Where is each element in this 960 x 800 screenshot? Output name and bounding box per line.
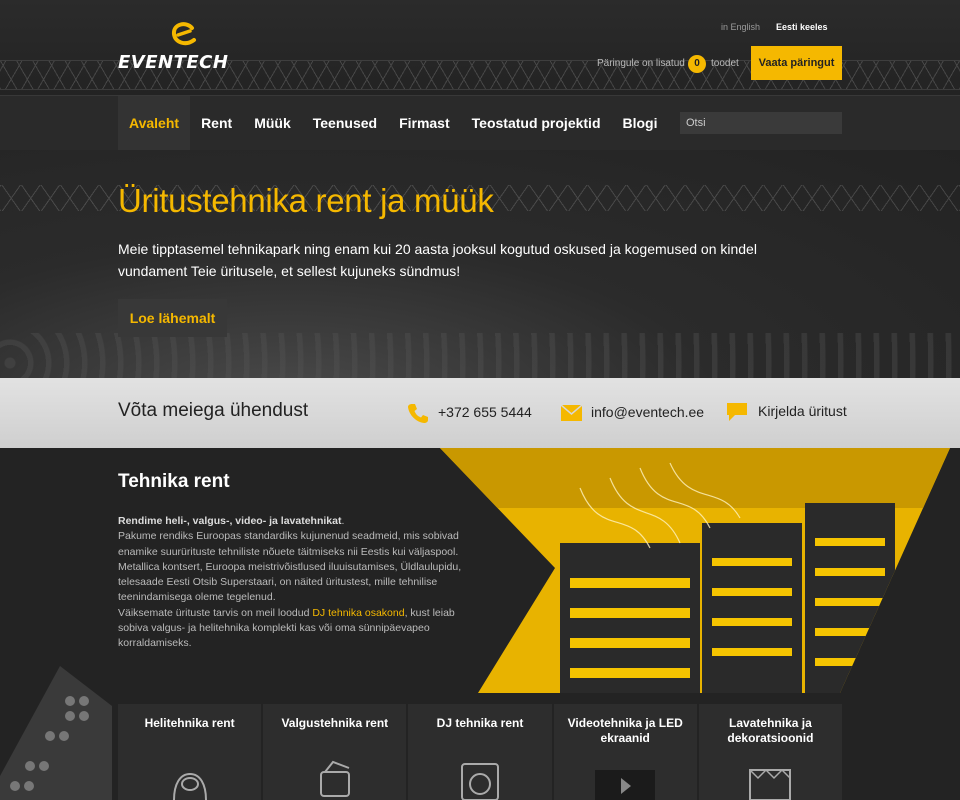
nav-item-about[interactable]: Firmast (388, 96, 461, 150)
hero-text: Meie tipptasemel tehnikapark ning enam k… (118, 241, 757, 279)
category-card-title: Helitehnika rent (144, 716, 235, 730)
page: EVENTECH in English Eesti keeles Päringu… (0, 0, 960, 800)
lang-english-link[interactable]: in English (721, 22, 760, 32)
read-more-button[interactable]: Loe lähemalt (118, 299, 227, 337)
category-card-title: Valgustehnika rent (281, 716, 389, 730)
rent-paragraph-2-start: Väiksemate ürituste tarvis on meil loodu… (118, 606, 313, 619)
chat-bubble-icon (727, 403, 747, 421)
dj-department-link[interactable]: DJ tehnika osakond (312, 607, 404, 619)
turntable-icon (461, 763, 499, 800)
rent-section: Tehnika rent Rendime heli-, valgus-, vid… (0, 448, 960, 800)
view-inquiry-button[interactable]: Vaata päringut (751, 46, 842, 80)
contact-title: Võta meiega ühendust (118, 400, 309, 421)
contact-phone-link[interactable]: +372 655 5444 (438, 404, 532, 420)
nav-item-projects[interactable]: Teostatud projektid (461, 96, 612, 150)
category-card-dj[interactable]: DJ tehnika rent (408, 704, 552, 800)
rent-description: Rendime heli-, valgus-, video- ja lavate… (118, 514, 468, 652)
category-card-stage[interactable]: Lavatehnika ja dekoratsioonid (698, 704, 843, 800)
nav-item-rent[interactable]: Rent (190, 96, 243, 150)
main-nav: Avaleht Rent Müük Teenused Firmast Teost… (0, 95, 960, 150)
nav-item-services[interactable]: Teenused (302, 96, 388, 150)
hero-crowd-decoration (0, 333, 960, 378)
category-card-title: Videotehnika ja LED ekraanid (567, 716, 683, 745)
category-card-title: Lavatehnika ja dekoratsioonid (727, 716, 814, 745)
inquiry-suffix: toodet (711, 58, 739, 69)
stage-truss-icon (749, 768, 792, 800)
inquiry-count-badge: 0 (688, 55, 706, 73)
search-input[interactable] (680, 112, 842, 134)
category-card-light[interactable]: Valgustehnika rent (263, 704, 407, 800)
mail-icon (561, 405, 582, 421)
site-header: EVENTECH in English Eesti keeles Päringu… (0, 0, 960, 95)
logo-e-icon (172, 22, 196, 46)
equipment-racks-image (440, 448, 950, 693)
led-fixture-image (0, 666, 112, 800)
phone-icon (408, 404, 428, 423)
category-card-title: DJ tehnika rent (436, 716, 524, 730)
hero-title: Üritustehnika rent ja müük (118, 182, 494, 219)
nav-item-blog[interactable]: Blogi (612, 96, 669, 150)
logo-text: EVENTECH (118, 52, 229, 73)
category-cards: Helitehnika rent Valgustehnika rent DJ t… (118, 704, 843, 800)
describe-event-link[interactable]: Kirjelda üritust (758, 403, 847, 419)
lang-estonian-link[interactable]: Eesti keeles (776, 22, 828, 32)
rent-lead: Rendime heli-, valgus-, video- ja lavate… (118, 515, 342, 527)
contact-bar: Võta meiega ühendust +372 655 5444 info@… (0, 378, 960, 448)
speaker-icon (172, 772, 207, 800)
rent-title: Tehnika rent (118, 471, 230, 492)
inquiry-label: Päringule on lisatud (597, 58, 685, 69)
contact-email-link[interactable]: info@eventech.ee (591, 404, 704, 420)
nav-item-home[interactable]: Avaleht (118, 96, 191, 150)
category-card-video[interactable]: Videotehnika ja LED ekraanid (553, 704, 697, 800)
spotlight-icon (319, 760, 350, 797)
video-screen-icon (595, 770, 656, 800)
nav-item-sale[interactable]: Müük (243, 96, 302, 150)
hero-banner: Üritustehnika rent ja müük Meie tipptase… (0, 150, 960, 378)
rent-lead-dot: . (341, 515, 345, 527)
logo[interactable]: EVENTECH (118, 22, 253, 73)
rent-paragraph-1: Pakume rendiks Euroopas standardiks kuju… (118, 530, 462, 604)
category-card-sound[interactable]: Helitehnika rent (118, 704, 262, 800)
